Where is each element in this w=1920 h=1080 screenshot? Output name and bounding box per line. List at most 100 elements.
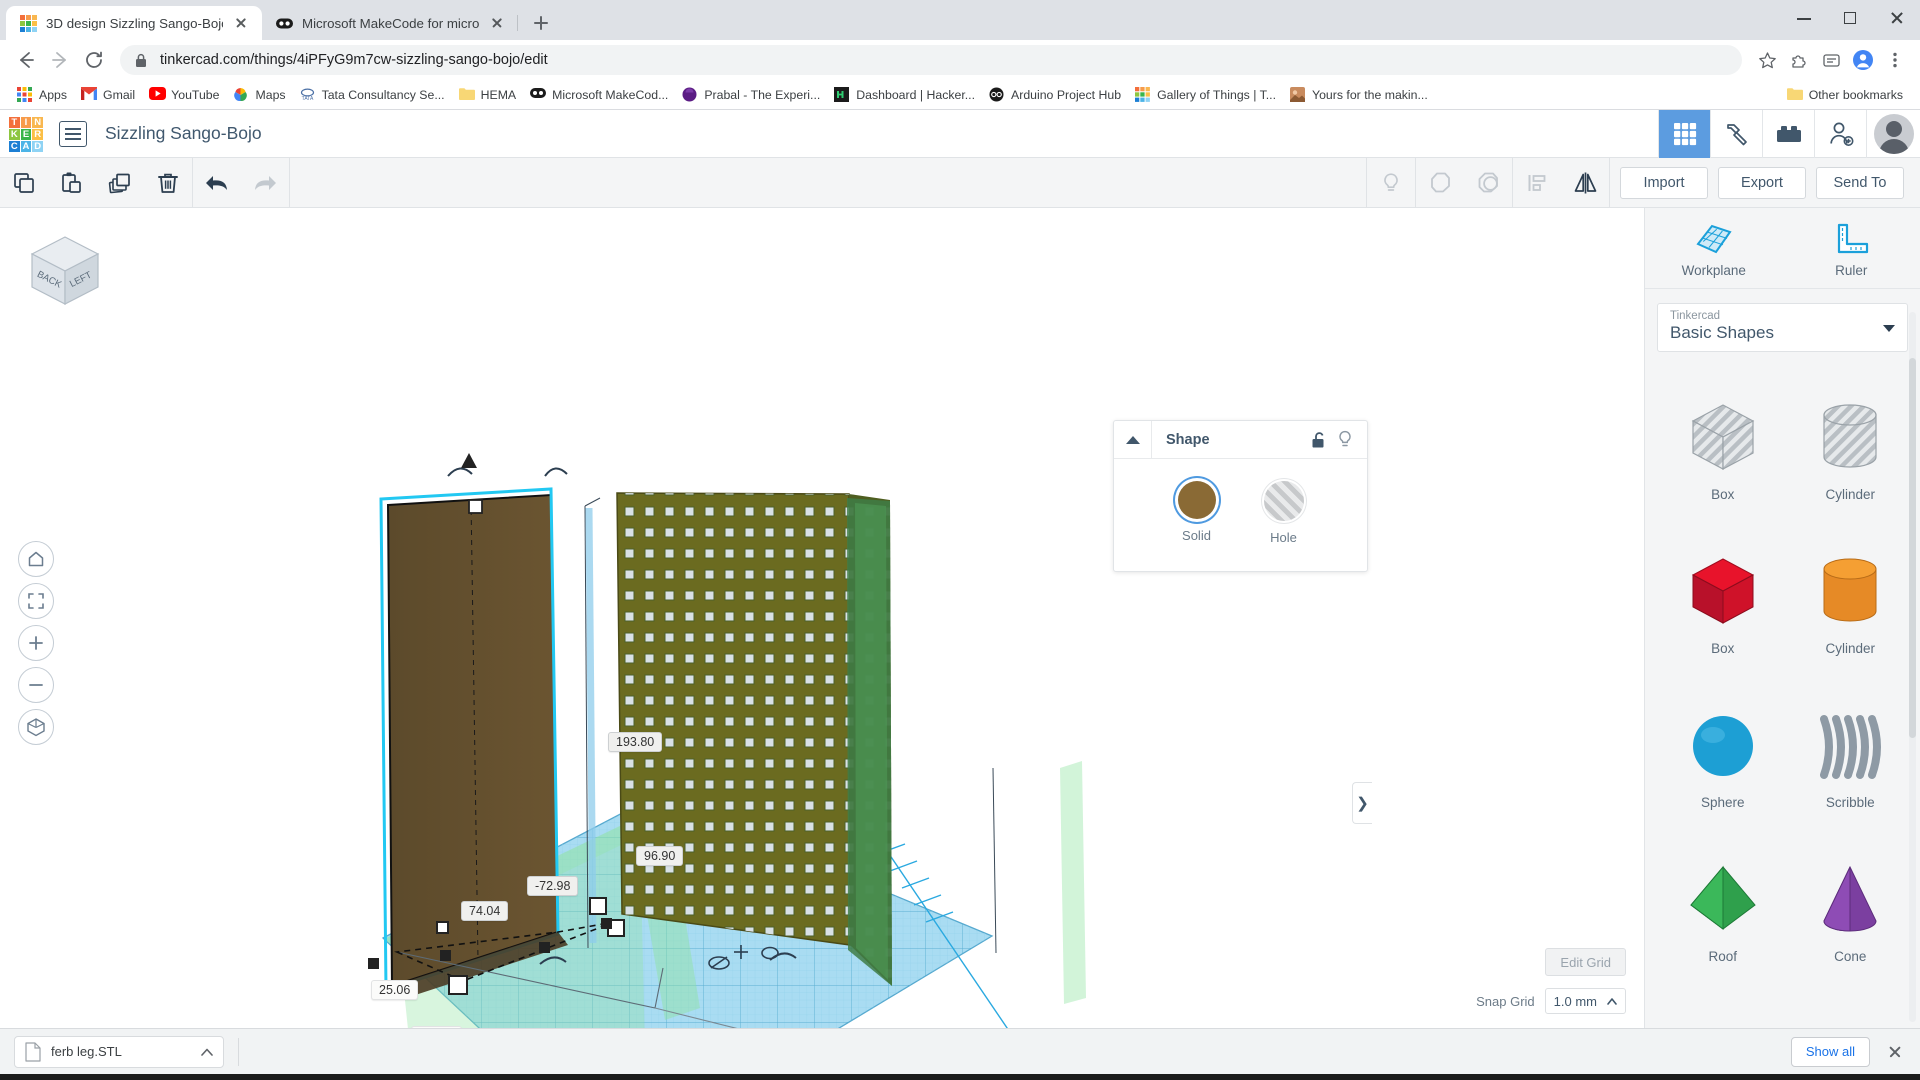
shape-item-box-hole[interactable]: Box bbox=[1659, 372, 1787, 526]
show-hidden-icons-chevron[interactable] bbox=[1584, 1074, 1614, 1080]
download-item[interactable]: ferb leg.STL bbox=[14, 1035, 224, 1068]
bookmark-apps[interactable]: Apps bbox=[10, 84, 74, 106]
page-title[interactable]: Sizzling Sango-Bojo bbox=[105, 123, 262, 144]
zoom-in-icon[interactable] bbox=[18, 625, 54, 661]
dimension-label[interactable]: 193.80 bbox=[608, 732, 663, 752]
solid-swatch[interactable] bbox=[1177, 481, 1216, 519]
chrome-icon[interactable] bbox=[482, 1074, 528, 1080]
puzzle-icon[interactable] bbox=[1784, 45, 1814, 75]
windows-start-icon[interactable] bbox=[4, 1074, 52, 1080]
bookmark-tata[interactable]: TATA Tata Consultancy Se... bbox=[293, 84, 452, 106]
tinkercad-logo[interactable]: T I N K E R C A D bbox=[9, 116, 43, 152]
import-button[interactable]: Import bbox=[1620, 166, 1708, 199]
bookmark-hackster[interactable]: Dashboard | Hacker... bbox=[827, 84, 982, 106]
shape-item-roof[interactable]: Roof bbox=[1659, 834, 1787, 988]
unlock-icon[interactable] bbox=[1311, 431, 1327, 449]
kebab-menu-icon[interactable] bbox=[1880, 45, 1910, 75]
facebook-icon[interactable] bbox=[528, 1074, 574, 1080]
home-view-icon[interactable] bbox=[18, 541, 54, 577]
address-bar[interactable]: tinkercad.com/things/4iPFyG9m7cw-sizzlin… bbox=[120, 45, 1742, 75]
bookmark-gallery[interactable]: Gallery of Things | T... bbox=[1128, 84, 1283, 106]
snap-grid-select[interactable]: 1.0 mm bbox=[1544, 988, 1626, 1014]
bookmark-maps[interactable]: Maps bbox=[226, 84, 292, 106]
close-icon[interactable] bbox=[232, 14, 250, 32]
sidebar-tool-ruler[interactable]: Ruler bbox=[1783, 222, 1920, 278]
brick-icon[interactable] bbox=[1762, 109, 1814, 158]
project-list-icon[interactable] bbox=[59, 120, 87, 147]
infinity-app-icon[interactable] bbox=[620, 1074, 666, 1080]
bookmark-makecode[interactable]: Microsoft MakeCod... bbox=[523, 84, 675, 106]
bookmark-arduino[interactable]: Arduino Project Hub bbox=[982, 84, 1128, 106]
onedrive-icon[interactable] bbox=[1614, 1074, 1644, 1080]
blue-app-icon[interactable] bbox=[758, 1074, 804, 1080]
dimension-label[interactable]: 74.04 bbox=[461, 901, 509, 921]
collapse-sidebar-button[interactable]: ❯ bbox=[1352, 782, 1372, 824]
dimension-label[interactable]: 96.90 bbox=[636, 846, 684, 866]
bookmark-youtube[interactable]: YouTube bbox=[142, 84, 226, 106]
s-app-icon[interactable]: S bbox=[712, 1074, 758, 1080]
paste-icon[interactable] bbox=[48, 158, 96, 208]
colorful-app-icon[interactable] bbox=[666, 1074, 712, 1080]
bookmark-gmail[interactable]: Gmail bbox=[74, 84, 142, 106]
chevron-up-icon[interactable] bbox=[201, 1048, 213, 1056]
volume-icon[interactable] bbox=[1644, 1074, 1674, 1080]
show-all-downloads-button[interactable]: Show all bbox=[1790, 1036, 1870, 1067]
maximize-icon[interactable] bbox=[1828, 0, 1874, 36]
star-icon[interactable] bbox=[1752, 45, 1782, 75]
other-bookmarks-button[interactable]: Other bookmarks bbox=[1780, 84, 1910, 106]
dimension-label[interactable]: 25.06 bbox=[371, 980, 419, 1000]
battery-icon[interactable] bbox=[1734, 1074, 1764, 1080]
shape-item-cylinder-hole[interactable]: Cylinder bbox=[1787, 372, 1915, 526]
chevron-up-icon[interactable] bbox=[1114, 420, 1152, 459]
mirror-icon[interactable] bbox=[1561, 158, 1609, 208]
forward-icon[interactable] bbox=[44, 44, 76, 76]
sidebar-scrollbar-thumb[interactable] bbox=[1909, 358, 1916, 738]
library-select[interactable]: Tinkercad Basic Shapes bbox=[1657, 303, 1908, 352]
new-tab-button[interactable] bbox=[526, 8, 556, 38]
green-app-icon[interactable] bbox=[804, 1074, 850, 1080]
edit-grid-button[interactable]: Edit Grid bbox=[1545, 948, 1626, 976]
hammer-icon[interactable] bbox=[1710, 109, 1762, 158]
file-explorer-icon[interactable] bbox=[436, 1074, 482, 1080]
lightbulb-icon[interactable] bbox=[1337, 430, 1353, 449]
gallery-grid-icon[interactable] bbox=[1658, 109, 1710, 158]
hole-option[interactable]: Hole bbox=[1263, 481, 1304, 545]
shape-item-scribble[interactable]: Scribble bbox=[1787, 680, 1915, 834]
bluetooth-icon[interactable] bbox=[1674, 1074, 1704, 1080]
shape-item-cylinder-solid[interactable]: Cylinder bbox=[1787, 526, 1915, 680]
solid-option[interactable]: Solid bbox=[1177, 481, 1216, 545]
shape-item-box-solid[interactable]: Box bbox=[1659, 526, 1787, 680]
profile-icon[interactable] bbox=[1848, 45, 1878, 75]
undo-icon[interactable] bbox=[193, 158, 241, 208]
3d-canvas[interactable]: BACK LEFT 193.80 96.90 -72.98 74.04 25.0… bbox=[0, 208, 1644, 1028]
browser-tab-inactive[interactable]: Microsoft MakeCode for micro:bi bbox=[262, 6, 518, 40]
dimension-label[interactable]: -72.98 bbox=[527, 876, 579, 896]
copy-icon[interactable] bbox=[0, 158, 48, 208]
sidebar-tool-workplane[interactable]: Workplane bbox=[1645, 222, 1783, 278]
send-to-button[interactable]: Send To bbox=[1816, 166, 1904, 199]
duplicate-icon[interactable] bbox=[96, 158, 144, 208]
close-icon[interactable] bbox=[488, 14, 506, 32]
bookmark-yours-for-the-making[interactable]: Yours for the makin... bbox=[1283, 84, 1435, 106]
zoom-out-icon[interactable] bbox=[18, 667, 54, 703]
export-button[interactable]: Export bbox=[1718, 166, 1806, 199]
task-view-icon[interactable] bbox=[390, 1074, 436, 1080]
minimize-icon[interactable] bbox=[1782, 0, 1828, 36]
hole-swatch[interactable] bbox=[1263, 481, 1304, 521]
browser-notes-icon[interactable] bbox=[1816, 45, 1846, 75]
network-icon[interactable] bbox=[1704, 1074, 1734, 1080]
back-icon[interactable] bbox=[10, 44, 42, 76]
close-icon[interactable] bbox=[1884, 1041, 1906, 1063]
notification-center-icon[interactable] bbox=[1888, 1074, 1916, 1080]
avatar[interactable] bbox=[1866, 109, 1920, 158]
teal-app-icon[interactable] bbox=[850, 1074, 896, 1080]
shape-item-cone[interactable]: Cone bbox=[1787, 834, 1915, 988]
delete-trash-icon[interactable] bbox=[144, 158, 192, 208]
add-person-icon[interactable] bbox=[1814, 109, 1866, 158]
reload-icon[interactable] bbox=[78, 44, 110, 76]
cortana-icon[interactable] bbox=[344, 1074, 390, 1080]
close-icon[interactable] bbox=[1874, 0, 1920, 36]
shape-item-sphere[interactable]: Sphere bbox=[1659, 680, 1787, 834]
fit-to-view-icon[interactable] bbox=[18, 583, 54, 619]
browser-tab-active[interactable]: 3D design Sizzling Sango-Bojo | T bbox=[6, 6, 262, 40]
